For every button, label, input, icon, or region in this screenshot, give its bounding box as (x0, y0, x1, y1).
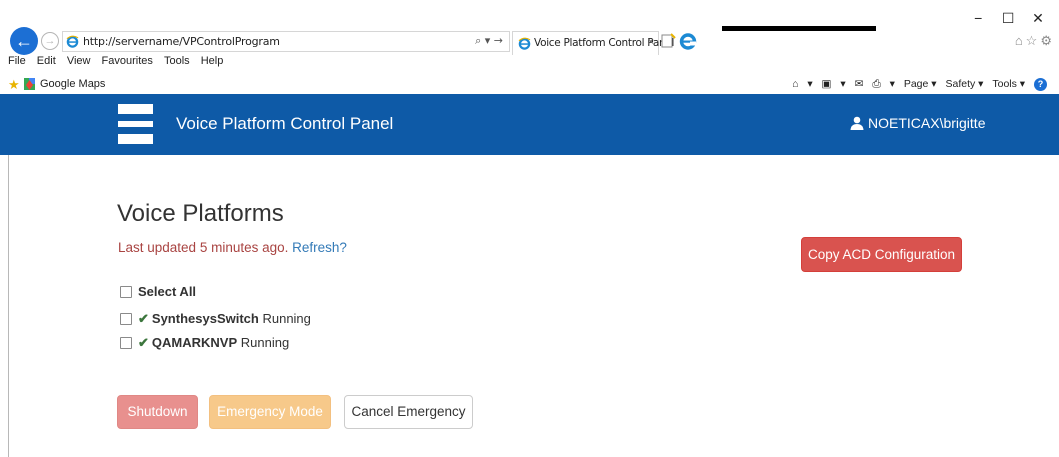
new-tab-icon[interactable] (660, 33, 676, 49)
select-all-label: Select All (138, 284, 197, 299)
platform-row: ✔ SynthesysSwitch Running (120, 311, 311, 327)
copy-acd-configuration-button[interactable]: Copy ACD Configuration (801, 237, 962, 272)
print-dropdown[interactable]: ▾ (890, 78, 895, 90)
cancel-emergency-button[interactable]: Cancel Emergency (344, 395, 473, 429)
close-window-button[interactable]: ✕ (1025, 10, 1051, 27)
menu-file[interactable]: File (8, 55, 26, 67)
emergency-mode-button[interactable]: Emergency Mode (209, 395, 331, 429)
app-logo (118, 104, 153, 144)
checkmark-icon: ✔ (138, 335, 149, 350)
favorites-star-icon[interactable]: ★ (8, 77, 20, 93)
forward-button[interactable]: → (41, 32, 59, 50)
menu-favourites[interactable]: Favourites (102, 55, 153, 67)
url-text: http://servername/VPControlProgram (83, 35, 280, 48)
redaction-bar (722, 26, 876, 31)
app-title: Voice Platform Control Panel (176, 114, 394, 133)
select-all-row: Select All (120, 284, 196, 299)
search-refresh-icons[interactable]: ⌕ ▾ → (475, 34, 503, 48)
page-left-border (8, 155, 9, 457)
page-title: Voice Platforms (117, 200, 284, 227)
platform-checkbox[interactable] (120, 313, 132, 325)
user-menu[interactable]: NOETICAX\brigitte (850, 115, 985, 131)
address-bar[interactable]: http://servername/VPControlProgram ⌕ ▾ → (62, 31, 510, 52)
favorites-bar: ★ Google Maps ⌂ ▾ ▣ ▾ ✉ ⎙ ▾ Page ▾ Safet… (0, 75, 1059, 94)
minimize-button[interactable]: − (965, 10, 991, 26)
home-icon[interactable]: ⌂ (792, 78, 798, 90)
window-controls: − ☐ ✕ (965, 10, 1051, 27)
maximize-button[interactable]: ☐ (995, 10, 1021, 27)
ie-tab-icon (518, 37, 531, 50)
tab-voice-platform[interactable]: Voice Platform Control Panel × (512, 31, 674, 55)
platform-status: Running (240, 335, 290, 350)
home-dropdown[interactable]: ▾ (807, 78, 812, 90)
feeds-dropdown[interactable]: ▾ (840, 78, 845, 90)
page-menu[interactable]: Page ▾ (904, 78, 937, 90)
checkmark-icon: ✔ (138, 311, 149, 326)
last-updated-label: Last updated 5 minutes ago. (118, 240, 289, 255)
mail-icon[interactable]: ✉ (855, 78, 864, 90)
back-button[interactable]: ← (10, 27, 38, 55)
menu-help[interactable]: Help (201, 55, 224, 67)
safety-menu[interactable]: Safety ▾ (945, 78, 983, 90)
platform-checkbox[interactable] (120, 337, 132, 349)
home-favorites-settings-icons[interactable]: ⌂☆⚙ (1015, 33, 1055, 49)
menu-edit[interactable]: Edit (37, 55, 56, 67)
menu-bar: File Edit View Favourites Tools Help (0, 55, 1059, 73)
help-icon[interactable]: ? (1034, 78, 1047, 91)
ie-page-icon (66, 35, 79, 48)
platform-name: QAMARKNVP (151, 335, 238, 350)
last-updated-text: Last updated 5 minutes ago. Refresh? (118, 240, 347, 255)
shutdown-button[interactable]: Shutdown (117, 395, 198, 429)
print-icon[interactable]: ⎙ (872, 78, 880, 90)
tools-menu[interactable]: Tools ▾ (992, 78, 1025, 90)
favorite-google-maps[interactable]: Google Maps (40, 78, 105, 90)
google-maps-icon (24, 78, 35, 90)
refresh-link[interactable]: Refresh? (292, 240, 347, 255)
menu-view[interactable]: View (67, 55, 91, 67)
menu-tools[interactable]: Tools (164, 55, 190, 67)
command-bar: ⌂ ▾ ▣ ▾ ✉ ⎙ ▾ Page ▾ Safety ▾ Tools ▾ ? (786, 78, 1047, 91)
tab-close-icon[interactable]: × (648, 36, 654, 48)
select-all-checkbox[interactable] (120, 286, 132, 298)
browser-chrome: − ☐ ✕ ← → http://servername/VPControlPro… (0, 0, 1059, 94)
platform-row: ✔ QAMARKNVP Running (120, 335, 289, 351)
user-name: NOETICAX\brigitte (868, 115, 986, 131)
platform-name: SynthesysSwitch (151, 311, 259, 326)
user-icon (850, 116, 864, 130)
ie-logo-icon[interactable] (678, 31, 698, 51)
platform-status: Running (262, 311, 311, 326)
app-header: Voice Platform Control Panel NOETICAX\br… (0, 94, 1059, 155)
feeds-icon[interactable]: ▣ (822, 78, 832, 90)
